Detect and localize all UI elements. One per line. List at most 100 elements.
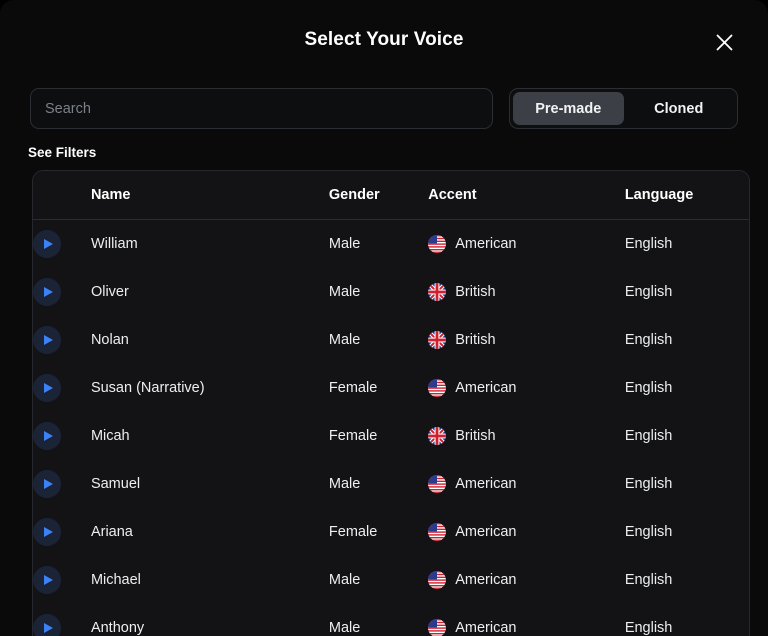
voice-table-body: William Male American English Oliver Male Brit… <box>33 219 749 636</box>
play-button[interactable] <box>33 566 61 594</box>
column-header-gender: Gender <box>328 171 429 220</box>
accent-label: American <box>455 524 517 540</box>
cell-name: Samuel <box>90 460 329 508</box>
tab-pre-made[interactable]: Pre-made <box>513 92 624 125</box>
cell-gender: Female <box>328 364 429 412</box>
table-row[interactable]: Nolan Male British English <box>33 316 749 364</box>
cell-name: Michael <box>90 556 329 604</box>
accent-label: British <box>455 332 496 348</box>
cell-gender: Female <box>328 412 429 460</box>
cell-name: Ariana <box>90 508 329 556</box>
play-button[interactable] <box>33 614 61 636</box>
controls-row: Pre-made Cloned <box>30 88 738 129</box>
accent-group: American <box>428 571 625 589</box>
accent-group: British <box>428 331 625 349</box>
cell-name: Oliver <box>90 268 329 316</box>
cell-name: William <box>90 219 329 268</box>
accent-label: American <box>455 572 517 588</box>
play-button[interactable] <box>33 518 61 546</box>
accent-group: British <box>428 427 625 445</box>
cell-accent: American <box>428 556 625 604</box>
column-header-play <box>33 171 91 220</box>
accent-label: American <box>455 380 517 396</box>
cell-gender: Male <box>328 268 429 316</box>
accent-label: American <box>455 236 517 252</box>
cell-play <box>33 268 91 316</box>
play-button[interactable] <box>33 374 61 402</box>
us-flag-icon <box>428 235 447 253</box>
table-row[interactable]: William Male American English <box>33 219 749 268</box>
column-header-name: Name <box>90 171 329 220</box>
play-icon <box>43 623 53 633</box>
accent-group: British <box>428 283 625 301</box>
table-row[interactable]: Micah Female British English <box>33 412 749 460</box>
table-row[interactable]: Oliver Male British English <box>33 268 749 316</box>
play-button[interactable] <box>33 278 61 306</box>
play-icon <box>43 527 53 537</box>
voice-table: Name Gender Accent Language William Male A… <box>33 171 749 636</box>
play-button[interactable] <box>33 470 61 498</box>
cell-language: English <box>624 412 749 460</box>
cell-language: English <box>624 364 749 412</box>
play-icon <box>43 383 53 393</box>
play-button[interactable] <box>33 422 61 450</box>
column-header-language: Language <box>624 171 749 220</box>
table-row[interactable]: Samuel Male American English <box>33 460 749 508</box>
cell-name: Susan (Narrative) <box>90 364 329 412</box>
play-icon <box>43 239 53 249</box>
voice-source-tabs: Pre-made Cloned <box>509 88 738 129</box>
cell-accent: British <box>428 268 625 316</box>
accent-label: American <box>455 620 517 636</box>
cell-language: English <box>624 268 749 316</box>
tab-cloned[interactable]: Cloned <box>624 92 735 125</box>
table-row[interactable]: Ariana Female American English <box>33 508 749 556</box>
cell-gender: Male <box>328 460 429 508</box>
accent-label: British <box>455 428 496 444</box>
accent-group: American <box>428 523 625 541</box>
table-header-row: Name Gender Accent Language <box>33 171 749 220</box>
uk-flag-icon <box>428 427 447 445</box>
cell-language: English <box>624 604 749 636</box>
us-flag-icon <box>428 523 447 541</box>
table-row[interactable]: Michael Male American English <box>33 556 749 604</box>
search-input[interactable] <box>31 89 492 128</box>
cell-accent: American <box>428 604 625 636</box>
accent-group: American <box>428 619 625 636</box>
column-header-accent: Accent <box>428 171 625 220</box>
cell-accent: British <box>428 316 625 364</box>
table-row[interactable]: Susan (Narrative) Female American English <box>33 364 749 412</box>
cell-gender: Male <box>328 316 429 364</box>
close-button[interactable] <box>710 28 738 56</box>
play-button[interactable] <box>33 326 61 354</box>
cell-play <box>33 604 91 636</box>
screen-root: Select Your Voice Pre-made Cloned S <box>0 0 768 636</box>
uk-flag-icon <box>428 331 447 349</box>
play-icon <box>43 431 53 441</box>
voice-table-scroll[interactable]: Name Gender Accent Language William Male A… <box>33 171 749 636</box>
cell-gender: Male <box>328 604 429 636</box>
us-flag-icon <box>428 571 447 589</box>
us-flag-icon <box>428 379 447 397</box>
cell-play <box>33 219 91 268</box>
cell-gender: Male <box>328 219 429 268</box>
play-button[interactable] <box>33 230 61 258</box>
play-icon <box>43 287 53 297</box>
search-field-wrapper[interactable] <box>30 88 493 129</box>
cell-name: Micah <box>90 412 329 460</box>
cell-accent: British <box>428 412 625 460</box>
cell-accent: American <box>428 364 625 412</box>
cell-name: Nolan <box>90 316 329 364</box>
see-filters-link[interactable]: See Filters <box>28 145 96 160</box>
play-icon <box>43 335 53 345</box>
table-row[interactable]: Anthony Male American English <box>33 604 749 636</box>
accent-group: American <box>428 379 625 397</box>
cell-accent: American <box>428 508 625 556</box>
cell-language: English <box>624 508 749 556</box>
accent-label: American <box>455 476 517 492</box>
cell-play <box>33 364 91 412</box>
uk-flag-icon <box>428 283 447 301</box>
voice-table-card: Name Gender Accent Language William Male A… <box>32 170 750 636</box>
cell-play <box>33 460 91 508</box>
accent-label: British <box>455 284 496 300</box>
us-flag-icon <box>428 619 447 636</box>
